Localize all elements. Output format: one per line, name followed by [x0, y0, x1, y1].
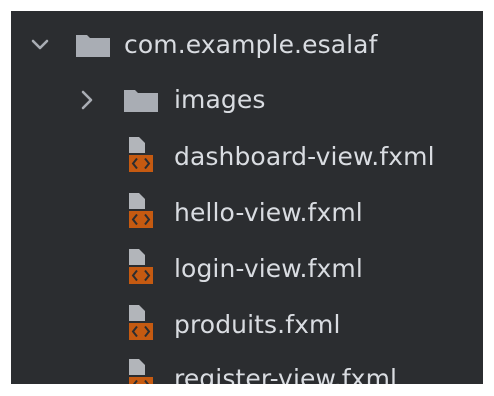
tree-node-file[interactable]: produits.fxml: [11, 297, 483, 353]
fxml-file-icon: [125, 247, 153, 284]
fxml-file-icon: [125, 135, 153, 172]
tree-node-file[interactable]: hello-view.fxml: [11, 185, 483, 241]
tree-node-label: produits.fxml: [174, 310, 341, 339]
project-tree: com.example.esalaf images dashboard-view…: [11, 11, 483, 384]
tree-node-label: com.example.esalaf: [124, 30, 378, 59]
tree-node-label: register-view.fxml: [174, 364, 398, 384]
tree-node-images[interactable]: images: [11, 73, 483, 129]
tree-node-file[interactable]: register-view.fxml: [11, 351, 483, 384]
fxml-file-icon: [125, 303, 153, 340]
folder-icon: [75, 32, 111, 58]
tree-node-root[interactable]: com.example.esalaf: [11, 17, 483, 73]
fxml-file-icon: [125, 191, 153, 228]
tree-node-label: images: [174, 85, 266, 114]
tree-node-file[interactable]: dashboard-view.fxml: [11, 129, 483, 185]
fxml-file-icon: [125, 357, 153, 384]
chevron-down-icon[interactable]: [28, 33, 52, 57]
tree-node-file[interactable]: login-view.fxml: [11, 241, 483, 297]
tree-node-label: dashboard-view.fxml: [174, 142, 435, 171]
folder-icon: [123, 87, 159, 113]
chevron-right-icon[interactable]: [75, 88, 99, 112]
tree-node-label: login-view.fxml: [174, 254, 363, 283]
tree-node-label: hello-view.fxml: [174, 198, 363, 227]
